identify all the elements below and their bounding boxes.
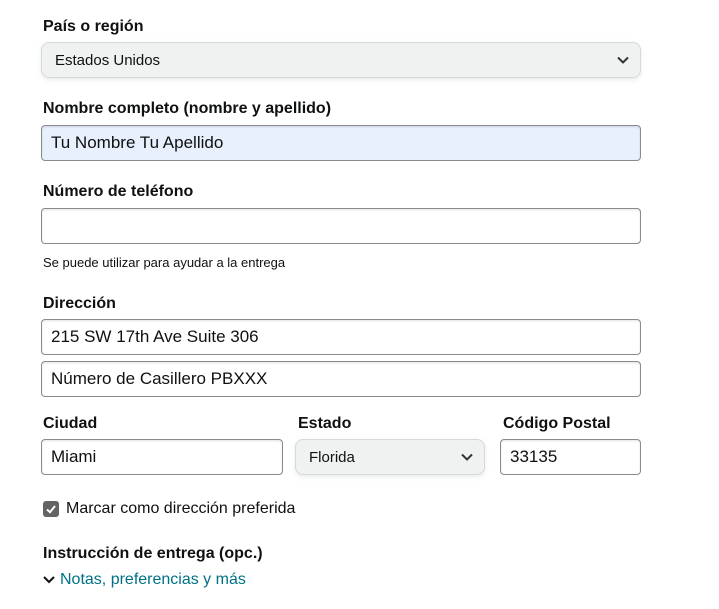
city-label: Ciudad <box>43 415 98 432</box>
chevron-down-icon <box>43 576 55 584</box>
country-label: País o región <box>43 18 144 35</box>
city-input[interactable] <box>41 439 283 475</box>
phone-input[interactable] <box>41 208 641 244</box>
phone-label: Número de teléfono <box>43 183 194 200</box>
postal-code-label: Código Postal <box>503 415 611 432</box>
phone-hint: Se puede utilizar para ayudar a la entre… <box>43 255 286 270</box>
preferred-address-label: Marcar como dirección preferida <box>66 500 296 517</box>
country-select[interactable]: Estados Unidos <box>41 42 641 78</box>
address-line1-input[interactable] <box>41 319 641 355</box>
checkmark-icon <box>46 505 56 514</box>
address-line2-input[interactable] <box>41 361 641 397</box>
address-label: Dirección <box>43 295 116 312</box>
full-name-label: Nombre completo (nombre y apellido) <box>43 100 332 117</box>
postal-code-input[interactable] <box>500 439 641 475</box>
preferred-address-checkbox[interactable] <box>43 501 59 517</box>
chevron-down-icon <box>617 56 629 64</box>
delivery-instructions-label: Instrucción de entrega (opc.) <box>43 545 263 562</box>
state-selected-value: Florida <box>309 448 355 466</box>
state-label: Estado <box>298 415 352 432</box>
delivery-notes-toggle[interactable]: Notas, preferencias y más <box>41 571 246 589</box>
full-name-input[interactable] <box>41 125 641 161</box>
chevron-down-icon <box>461 453 473 461</box>
country-selected-value: Estados Unidos <box>55 51 161 69</box>
delivery-notes-link[interactable]: Notas, preferencias y más <box>60 571 246 589</box>
state-select[interactable]: Florida <box>295 439 485 475</box>
preferred-address-checkbox-row[interactable]: Marcar como dirección preferida <box>43 500 295 518</box>
